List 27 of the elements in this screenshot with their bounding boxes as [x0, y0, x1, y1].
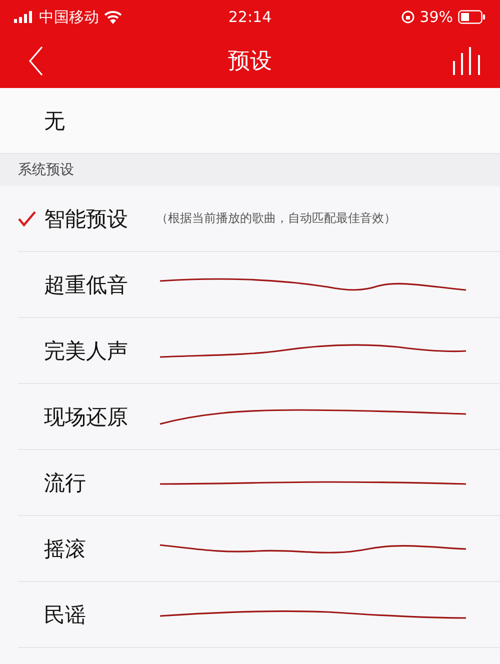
preset-option[interactable]: 民谣 — [18, 582, 500, 648]
section-header: 系统预设 — [0, 154, 500, 186]
preset-name: 摇滚 — [44, 536, 87, 562]
preset-option[interactable]: 流行 — [18, 450, 500, 516]
preset-option[interactable]: 智能预设 （根据当前播放的歌曲，自动匹配最佳音效） — [18, 186, 500, 252]
preset-name: 完美人声 — [44, 338, 129, 364]
equalizer-icon[interactable] — [452, 47, 482, 75]
preset-name: 民谣 — [44, 602, 87, 628]
preset-name: 无 — [44, 108, 66, 134]
battery-icon — [458, 10, 486, 24]
rotation-lock-icon — [400, 10, 415, 24]
wifi-icon — [104, 10, 122, 24]
carrier-name: 中国移动 — [39, 8, 99, 26]
preset-option[interactable]: 完美人声 — [18, 318, 500, 384]
signal-icon — [14, 11, 34, 23]
preset-description: （根据当前播放的歌曲，自动匹配最佳音效） — [156, 210, 396, 227]
clock-time: 22:14 — [228, 8, 272, 26]
preset-name: 智能预设 — [44, 206, 129, 232]
preset-option[interactable]: 超重低音 — [18, 252, 500, 318]
preset-name: 超重低音 — [44, 272, 129, 298]
back-icon[interactable] — [28, 46, 44, 76]
preset-name: 现场还原 — [44, 404, 129, 430]
page-title: 预设 — [228, 48, 272, 76]
preset-name: 流行 — [44, 470, 87, 496]
battery-percent: 39% — [420, 8, 453, 26]
preset-option[interactable]: 现场还原 — [18, 384, 500, 450]
preset-option[interactable]: 摇滚 — [18, 516, 500, 582]
